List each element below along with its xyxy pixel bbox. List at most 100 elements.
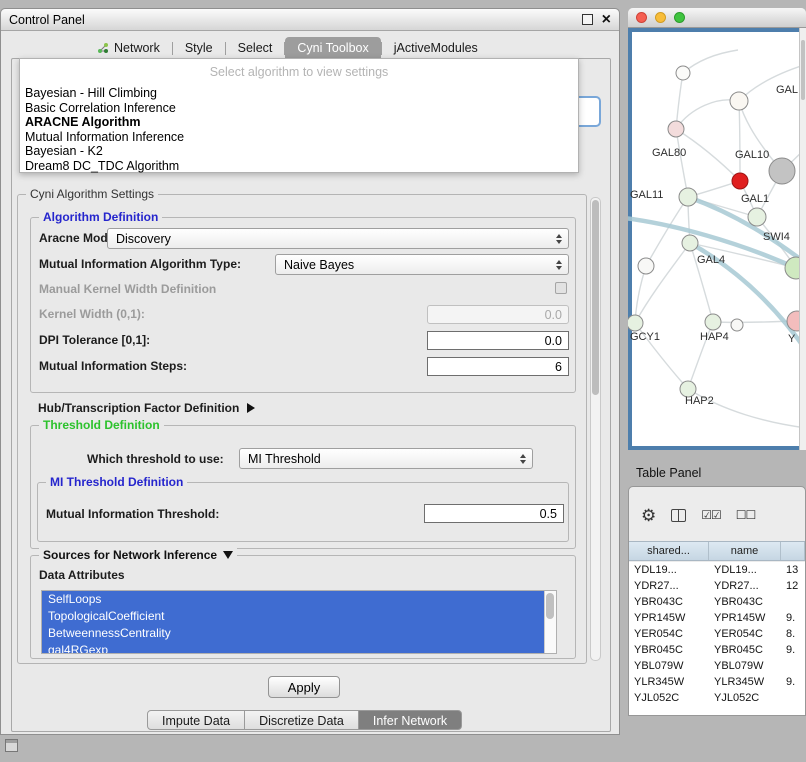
- network-node[interactable]: [731, 319, 743, 331]
- manual-kernel-checkbox[interactable]: [555, 282, 567, 294]
- table-row[interactable]: YLR345WYLR345W9.: [629, 674, 805, 690]
- list-item-selected[interactable]: BetweennessCentrality: [42, 625, 556, 642]
- network-window-titlebar[interactable]: [628, 8, 806, 28]
- table-cell: YPR145W: [629, 610, 709, 626]
- list-scrollbar[interactable]: [544, 591, 556, 653]
- network-node[interactable]: [769, 158, 795, 184]
- network-node[interactable]: [638, 258, 654, 274]
- tab-label: Cyni Toolbox: [297, 41, 368, 55]
- tab-infer-network[interactable]: Infer Network: [358, 710, 462, 730]
- network-node[interactable]: [679, 188, 697, 206]
- settings-scrollbar[interactable]: [590, 197, 601, 661]
- scrollbar-thumb[interactable]: [801, 40, 805, 100]
- mi-threshold-field[interactable]: 0.5: [424, 504, 564, 523]
- column-header-shared-name[interactable]: shared...: [629, 542, 709, 560]
- network-node-label: HAP4: [700, 331, 729, 343]
- table-row[interactable]: YDR27...YDR27...12: [629, 578, 805, 594]
- table-row[interactable]: YER054CYER054C8.: [629, 626, 805, 642]
- table-cell: YBR043C: [709, 594, 781, 610]
- tab-style[interactable]: Style: [173, 37, 225, 59]
- list-item-selected[interactable]: TopologicalCoefficient: [42, 608, 556, 625]
- algorithm-definition-group: Algorithm Definition Aracne Mode: Discov…: [30, 217, 576, 393]
- zoom-traffic-light-icon[interactable]: [674, 12, 685, 23]
- dropdown-item[interactable]: Dream8 DC_TDC Algorithm: [20, 159, 578, 174]
- aracne-mode-combobox[interactable]: Discovery: [107, 228, 569, 249]
- network-node-label: GAL11: [630, 189, 663, 201]
- network-node-label: SWI4: [763, 231, 790, 243]
- column-header-clipped[interactable]: [781, 542, 805, 560]
- list-item-selected[interactable]: gal4RGexp: [42, 642, 556, 654]
- hub-definition-toggle[interactable]: Hub/Transcription Factor Definition: [38, 399, 255, 417]
- unselect-all-columns-icon[interactable]: ☐☐: [736, 508, 756, 522]
- network-node[interactable]: [705, 314, 721, 330]
- threshold-definition-title: Threshold Definition: [39, 418, 164, 432]
- data-attributes-label: Data Attributes: [39, 568, 125, 582]
- network-node-label: GAL4: [697, 254, 725, 266]
- tab-jactivemodules[interactable]: jActiveModules: [382, 37, 490, 59]
- table-cell: YBR043C: [629, 594, 709, 610]
- network-node-label: GAL80: [652, 147, 686, 159]
- network-node[interactable]: [732, 173, 748, 189]
- minimize-traffic-light-icon[interactable]: [655, 12, 666, 23]
- tab-cyni-toolbox[interactable]: Cyni Toolbox: [285, 37, 380, 59]
- network-node[interactable]: [628, 315, 643, 331]
- table-row[interactable]: YJL052CYJL052C: [629, 690, 805, 706]
- tab-select[interactable]: Select: [226, 37, 285, 59]
- network-tab-icon: [97, 42, 109, 54]
- network-node[interactable]: [682, 235, 698, 251]
- dpi-tolerance-field[interactable]: 0.0: [427, 331, 569, 350]
- network-node[interactable]: [730, 92, 748, 110]
- mi-steps-field[interactable]: 6: [427, 357, 569, 376]
- algorithm-dropdown-popup: Select algorithm to view settings Bayesi…: [19, 58, 579, 173]
- network-node[interactable]: [676, 66, 690, 80]
- apply-button[interactable]: Apply: [268, 676, 340, 698]
- tab-discretize-data[interactable]: Discretize Data: [244, 710, 359, 730]
- network-edge: [676, 100, 739, 129]
- tab-network[interactable]: Network: [85, 37, 172, 59]
- mi-type-combobox[interactable]: Naive Bayes: [275, 254, 569, 275]
- table-row[interactable]: YBR045CYBR045C9.: [629, 642, 805, 658]
- combobox-arrows-icon: [520, 454, 526, 464]
- scrollbar-thumb[interactable]: [546, 593, 554, 619]
- table-row[interactable]: YDL19...YDL19...13: [629, 562, 805, 578]
- sources-group-title[interactable]: Sources for Network Inference: [39, 548, 237, 562]
- table-row[interactable]: YPR145WYPR145W9.: [629, 610, 805, 626]
- mi-threshold-label: Mutual Information Threshold:: [46, 507, 219, 521]
- column-header-name[interactable]: name: [709, 542, 781, 560]
- gear-icon[interactable]: ⚙: [641, 507, 656, 524]
- table-row[interactable]: YBR043CYBR043C: [629, 594, 805, 610]
- dropdown-item[interactable]: Bayesian - K2: [20, 144, 578, 159]
- control-panel-tabs: Network Style Select Cyni Toolbox jActiv…: [85, 37, 490, 59]
- network-node[interactable]: [668, 121, 684, 137]
- dropdown-item[interactable]: Basic Correlation Inference: [20, 101, 578, 116]
- combobox-value: Naive Bayes: [284, 258, 354, 272]
- manual-kernel-label: Manual Kernel Width Definition: [39, 282, 216, 296]
- table-cell: 13: [781, 562, 805, 578]
- float-window-icon[interactable]: [582, 14, 593, 25]
- tab-label: Select: [238, 41, 273, 55]
- table-cell: YPR145W: [709, 610, 781, 626]
- which-threshold-label: Which threshold to use:: [87, 452, 224, 466]
- tab-impute-data[interactable]: Impute Data: [147, 710, 245, 730]
- dropdown-item-selected[interactable]: ARACNE Algorithm: [20, 115, 578, 130]
- table-cell: [781, 594, 805, 610]
- panel-title: Control Panel: [9, 13, 85, 27]
- close-window-icon[interactable]: ×: [602, 13, 611, 27]
- list-item-selected[interactable]: SelfLoops: [42, 591, 556, 608]
- close-traffic-light-icon[interactable]: [636, 12, 647, 23]
- data-attributes-list[interactable]: SelfLoops TopologicalCoefficient Between…: [41, 590, 557, 654]
- show-columns-icon[interactable]: [671, 509, 686, 522]
- which-threshold-combobox[interactable]: MI Threshold: [239, 448, 533, 469]
- dropdown-item[interactable]: Mutual Information Inference: [20, 130, 578, 145]
- restore-panel-icon[interactable]: [5, 739, 18, 752]
- dropdown-item[interactable]: Bayesian - Hill Climbing: [20, 86, 578, 101]
- tab-label: jActiveModules: [394, 41, 478, 55]
- network-canvas-svg[interactable]: GALGAL80GAL10GAL11GAL1SWI4GAL4GCY1HAP4YH…: [628, 8, 806, 450]
- network-scrollbar[interactable]: [799, 28, 806, 450]
- control-panel-titlebar[interactable]: Control Panel ×: [1, 9, 619, 31]
- select-all-columns-icon[interactable]: ☑☑: [701, 508, 721, 522]
- table-row[interactable]: YBL079WYBL079W: [629, 658, 805, 674]
- network-node[interactable]: [748, 208, 766, 226]
- collapse-triangle-icon: [223, 551, 233, 559]
- scrollbar-thumb[interactable]: [592, 200, 599, 395]
